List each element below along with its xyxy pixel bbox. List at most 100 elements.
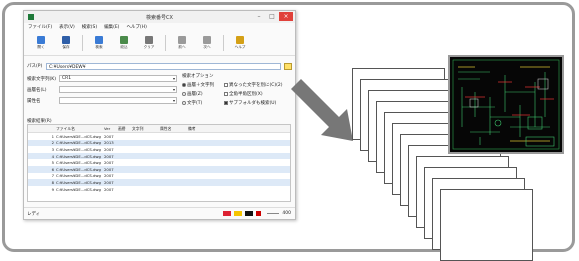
search-text-field: 検索文字列(K) CR1 ▾ (27, 75, 177, 82)
toolbar-button[interactable]: 保存 (55, 33, 77, 53)
search-text-input[interactable]: CR1 ▾ (59, 75, 177, 82)
minimize-button[interactable]: – (253, 12, 265, 21)
table-cell: 3 (51, 146, 54, 152)
option-layer[interactable]: 画層(Z) (182, 91, 203, 97)
results-table[interactable]: ファイル名 Ver 画層 文字列 属性名 備考 1 C:¥Users¥DE...d… (27, 124, 291, 202)
option-text[interactable]: 文字(T) (182, 100, 202, 106)
toolbar-button[interactable]: クリア (138, 33, 160, 53)
toolbar-button[interactable]: ヘルプ (229, 33, 251, 53)
path-input[interactable]: C:¥Users¥DEW¥ (46, 62, 281, 70)
table-cell: 2007 (104, 173, 114, 179)
chevron-down-icon[interactable]: ▾ (173, 87, 175, 93)
grid-icon (203, 36, 211, 44)
toolbar-button[interactable]: 絞込 (113, 33, 135, 53)
toolbar-button[interactable]: 次へ (196, 33, 218, 53)
column-header[interactable]: ファイル名 (56, 126, 104, 132)
table-row[interactable]: 2 C:¥Users¥DE...dCS.dwg 2013 (28, 139, 290, 147)
table-cell: 4 (51, 153, 54, 159)
column-header[interactable]: Ver (104, 126, 118, 131)
menu-help[interactable]: ヘルプ(H) (126, 24, 146, 30)
zoom-slider[interactable] (267, 213, 280, 214)
table-cell: 1 (51, 133, 54, 139)
toolbar-button-label: 開く (37, 45, 45, 49)
table-row[interactable]: 5 C:¥Users¥DE...dCS.dwg 2007 (28, 159, 290, 166)
table-row[interactable]: 4 C:¥Users¥DE...dCS.dwg 2007 (28, 152, 290, 160)
cad-drawing-image (452, 59, 560, 150)
column-header[interactable]: 画層 (118, 126, 132, 132)
table-row[interactable]: 3 C:¥Users¥DE...dCS.dwg 2007 (28, 146, 290, 153)
save-icon (62, 36, 70, 44)
table-cell: 8 (51, 179, 54, 185)
menu-bar: ファイル(F) 表示(V) 検索(S) 編集(E) ヘルプ(H) (24, 23, 295, 31)
table-cell: 2007 (104, 166, 114, 172)
maximize-button[interactable]: □ (266, 12, 278, 21)
column-header[interactable]: 備考 (188, 126, 216, 132)
column-header[interactable]: 属性名 (160, 126, 188, 132)
option-different-chars[interactable]: 異なった文字を別に(C)(2) (224, 82, 283, 88)
radio-icon (182, 101, 186, 105)
option-label: サブフォルダも検索(U) (229, 101, 277, 106)
menu-file[interactable]: ファイル(F) (28, 24, 52, 30)
table-row[interactable]: 8 C:¥Users¥DE...dCS.dwg 2007 (28, 179, 290, 186)
table-cell: 2007 (104, 133, 114, 139)
chevron-down-icon[interactable]: ▾ (173, 76, 175, 82)
menu-edit[interactable]: 編集(E) (104, 24, 119, 30)
column-header[interactable]: 文字列 (132, 126, 160, 132)
toolbar-button-label: ヘルプ (234, 45, 246, 49)
cad-drawing-preview (448, 55, 564, 154)
status-text: レディ (27, 211, 41, 217)
toolbar-button[interactable]: 開く (30, 33, 52, 53)
option-width-sensitive[interactable]: 全角半角区別(X) (224, 91, 263, 97)
table-row[interactable]: 1 C:¥Users¥DE...dCS.dwg 2007 (28, 133, 290, 140)
table-row[interactable]: 7 C:¥Users¥DE...dCS.dwg 2007 (28, 173, 290, 180)
table-cell: C:¥Users¥DE...dCS.dwg (56, 146, 101, 152)
filter-icon (120, 36, 128, 44)
app-window: 検索番号CX – □ × ファイル(F) 表示(V) 検索(S) 編集(E) ヘ… (23, 10, 296, 220)
table-cell: 5 (51, 160, 54, 166)
option-label: 全角半角区別(X) (229, 92, 263, 97)
browse-folder-button[interactable] (284, 62, 292, 70)
option-label: 画層＋文字列 (187, 83, 214, 88)
layer-input[interactable]: ▾ (59, 86, 177, 93)
table-cell: C:¥Users¥DE...dCS.dwg (56, 186, 101, 192)
chevron-down-icon[interactable]: ▾ (173, 98, 175, 104)
radio-icon (182, 92, 186, 96)
results-header: ファイル名 Ver 画層 文字列 属性名 備考 (28, 125, 290, 133)
table-cell: 2007 (104, 153, 114, 159)
option-layer-text[interactable]: 画層＋文字列 (182, 82, 214, 88)
table-cell: C:¥Users¥DE...dCS.dwg (56, 173, 101, 179)
menu-view[interactable]: 表示(V) (59, 24, 75, 30)
toolbar-button[interactable]: 前へ (171, 33, 193, 53)
folder-icon (37, 36, 45, 44)
table-cell: 2007 (104, 146, 114, 152)
drawing-sheet (440, 189, 533, 261)
option-label: 文字(T) (187, 101, 203, 106)
table-cell: C:¥Users¥DE...dCS.dwg (56, 140, 101, 146)
toolbar-button-label: 検索 (95, 45, 103, 49)
search-text-label: 検索文字列(K) (27, 76, 56, 82)
toolbar-separator (82, 35, 83, 51)
results-body: 1 C:¥Users¥DE...dCS.dwg 2007 2 C:¥Users¥DE..… (28, 133, 290, 192)
toolbar-button[interactable]: 検索 (88, 33, 110, 53)
close-button[interactable]: × (279, 12, 293, 21)
grid-icon (178, 36, 186, 44)
table-cell: 6 (51, 166, 54, 172)
radio-icon (182, 83, 186, 87)
options-title: 検索オプション (182, 74, 214, 79)
table-row[interactable]: 6 C:¥Users¥DE...dCS.dwg 2007 (28, 165, 290, 173)
path-label: パス(P) (27, 64, 43, 69)
toolbar-button-label: 前へ (178, 45, 186, 49)
table-cell: 2 (51, 140, 54, 146)
table-cell: C:¥Users¥DE...dCS.dwg (56, 160, 101, 166)
table-row[interactable]: 9 C:¥Users¥DE...dCS.dwg 2007 (28, 186, 290, 193)
text-icon (145, 36, 153, 44)
menu-search[interactable]: 検索(S) (82, 24, 97, 30)
color-swatch-red (223, 211, 232, 216)
toolbar-button-label: 保存 (62, 45, 70, 49)
table-cell: C:¥Users¥DE...dCS.dwg (56, 179, 101, 185)
color-swatch-yellow (234, 211, 243, 216)
checkbox-icon (224, 101, 228, 105)
attribute-input[interactable]: ▾ (59, 97, 177, 104)
option-subfolders[interactable]: サブフォルダも検索(U) (224, 100, 276, 106)
toolbar-button-label: クリア (143, 45, 155, 49)
